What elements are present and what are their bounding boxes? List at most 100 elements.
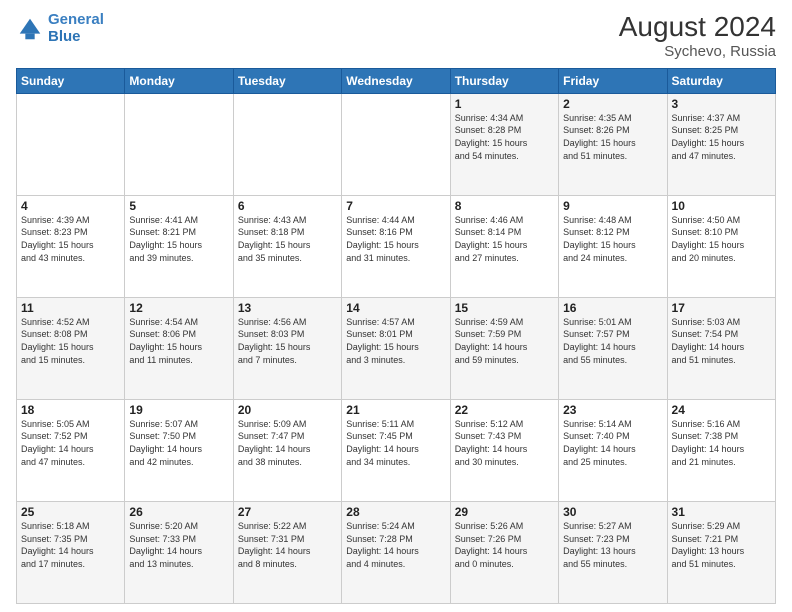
table-row: 8Sunrise: 4:46 AM Sunset: 8:14 PM Daylig… <box>450 195 558 297</box>
day-info: Sunrise: 5:20 AM Sunset: 7:33 PM Dayligh… <box>129 520 228 570</box>
day-number: 6 <box>238 199 337 213</box>
table-row: 2Sunrise: 4:35 AM Sunset: 8:26 PM Daylig… <box>559 93 667 195</box>
day-number: 11 <box>21 301 120 315</box>
day-info: Sunrise: 4:52 AM Sunset: 8:08 PM Dayligh… <box>21 316 120 366</box>
day-info: Sunrise: 5:29 AM Sunset: 7:21 PM Dayligh… <box>672 520 771 570</box>
calendar-table: Sunday Monday Tuesday Wednesday Thursday… <box>16 68 776 604</box>
col-saturday: Saturday <box>667 68 775 93</box>
day-number: 12 <box>129 301 228 315</box>
day-number: 1 <box>455 97 554 111</box>
day-number: 21 <box>346 403 445 417</box>
table-row: 29Sunrise: 5:26 AM Sunset: 7:26 PM Dayli… <box>450 501 558 603</box>
table-row: 28Sunrise: 5:24 AM Sunset: 7:28 PM Dayli… <box>342 501 450 603</box>
day-info: Sunrise: 5:27 AM Sunset: 7:23 PM Dayligh… <box>563 520 662 570</box>
day-info: Sunrise: 4:57 AM Sunset: 8:01 PM Dayligh… <box>346 316 445 366</box>
day-info: Sunrise: 4:44 AM Sunset: 8:16 PM Dayligh… <box>346 214 445 264</box>
day-number: 31 <box>672 505 771 519</box>
day-number: 4 <box>21 199 120 213</box>
logo-line2: Blue <box>48 28 81 45</box>
day-number: 16 <box>563 301 662 315</box>
day-number: 29 <box>455 505 554 519</box>
table-row: 7Sunrise: 4:44 AM Sunset: 8:16 PM Daylig… <box>342 195 450 297</box>
table-row: 22Sunrise: 5:12 AM Sunset: 7:43 PM Dayli… <box>450 399 558 501</box>
day-number: 8 <box>455 199 554 213</box>
calendar-header-row: Sunday Monday Tuesday Wednesday Thursday… <box>17 68 776 93</box>
day-number: 7 <box>346 199 445 213</box>
day-info: Sunrise: 5:03 AM Sunset: 7:54 PM Dayligh… <box>672 316 771 366</box>
day-info: Sunrise: 4:46 AM Sunset: 8:14 PM Dayligh… <box>455 214 554 264</box>
day-info: Sunrise: 4:56 AM Sunset: 8:03 PM Dayligh… <box>238 316 337 366</box>
table-row <box>125 93 233 195</box>
day-info: Sunrise: 4:59 AM Sunset: 7:59 PM Dayligh… <box>455 316 554 366</box>
day-number: 18 <box>21 403 120 417</box>
table-row: 25Sunrise: 5:18 AM Sunset: 7:35 PM Dayli… <box>17 501 125 603</box>
table-row: 9Sunrise: 4:48 AM Sunset: 8:12 PM Daylig… <box>559 195 667 297</box>
table-row: 6Sunrise: 4:43 AM Sunset: 8:18 PM Daylig… <box>233 195 341 297</box>
day-number: 9 <box>563 199 662 213</box>
day-info: Sunrise: 5:11 AM Sunset: 7:45 PM Dayligh… <box>346 418 445 468</box>
day-info: Sunrise: 4:54 AM Sunset: 8:06 PM Dayligh… <box>129 316 228 366</box>
day-info: Sunrise: 4:39 AM Sunset: 8:23 PM Dayligh… <box>21 214 120 264</box>
calendar-week-row: 4Sunrise: 4:39 AM Sunset: 8:23 PM Daylig… <box>17 195 776 297</box>
table-row: 31Sunrise: 5:29 AM Sunset: 7:21 PM Dayli… <box>667 501 775 603</box>
table-row: 18Sunrise: 5:05 AM Sunset: 7:52 PM Dayli… <box>17 399 125 501</box>
calendar-week-row: 18Sunrise: 5:05 AM Sunset: 7:52 PM Dayli… <box>17 399 776 501</box>
table-row: 30Sunrise: 5:27 AM Sunset: 7:23 PM Dayli… <box>559 501 667 603</box>
day-info: Sunrise: 4:43 AM Sunset: 8:18 PM Dayligh… <box>238 214 337 264</box>
day-number: 13 <box>238 301 337 315</box>
day-info: Sunrise: 4:37 AM Sunset: 8:25 PM Dayligh… <box>672 112 771 162</box>
page: General Blue August 2024 Sychevo, Russia… <box>0 0 792 612</box>
table-row: 3Sunrise: 4:37 AM Sunset: 8:25 PM Daylig… <box>667 93 775 195</box>
day-number: 26 <box>129 505 228 519</box>
calendar-week-row: 1Sunrise: 4:34 AM Sunset: 8:28 PM Daylig… <box>17 93 776 195</box>
title-block: August 2024 Sychevo, Russia <box>619 12 776 60</box>
day-number: 23 <box>563 403 662 417</box>
table-row: 4Sunrise: 4:39 AM Sunset: 8:23 PM Daylig… <box>17 195 125 297</box>
day-info: Sunrise: 5:09 AM Sunset: 7:47 PM Dayligh… <box>238 418 337 468</box>
header: General Blue August 2024 Sychevo, Russia <box>16 12 776 60</box>
day-number: 5 <box>129 199 228 213</box>
day-info: Sunrise: 5:24 AM Sunset: 7:28 PM Dayligh… <box>346 520 445 570</box>
col-monday: Monday <box>125 68 233 93</box>
day-info: Sunrise: 4:34 AM Sunset: 8:28 PM Dayligh… <box>455 112 554 162</box>
table-row: 5Sunrise: 4:41 AM Sunset: 8:21 PM Daylig… <box>125 195 233 297</box>
day-info: Sunrise: 5:16 AM Sunset: 7:38 PM Dayligh… <box>672 418 771 468</box>
col-tuesday: Tuesday <box>233 68 341 93</box>
logo-icon <box>16 15 44 43</box>
day-info: Sunrise: 5:12 AM Sunset: 7:43 PM Dayligh… <box>455 418 554 468</box>
day-number: 20 <box>238 403 337 417</box>
logo-line1: General <box>48 11 104 28</box>
day-info: Sunrise: 5:14 AM Sunset: 7:40 PM Dayligh… <box>563 418 662 468</box>
table-row: 13Sunrise: 4:56 AM Sunset: 8:03 PM Dayli… <box>233 297 341 399</box>
table-row: 23Sunrise: 5:14 AM Sunset: 7:40 PM Dayli… <box>559 399 667 501</box>
day-info: Sunrise: 4:41 AM Sunset: 8:21 PM Dayligh… <box>129 214 228 264</box>
table-row <box>342 93 450 195</box>
day-info: Sunrise: 5:18 AM Sunset: 7:35 PM Dayligh… <box>21 520 120 570</box>
col-wednesday: Wednesday <box>342 68 450 93</box>
day-number: 2 <box>563 97 662 111</box>
day-info: Sunrise: 4:35 AM Sunset: 8:26 PM Dayligh… <box>563 112 662 162</box>
table-row: 10Sunrise: 4:50 AM Sunset: 8:10 PM Dayli… <box>667 195 775 297</box>
table-row: 24Sunrise: 5:16 AM Sunset: 7:38 PM Dayli… <box>667 399 775 501</box>
day-info: Sunrise: 5:01 AM Sunset: 7:57 PM Dayligh… <box>563 316 662 366</box>
table-row: 27Sunrise: 5:22 AM Sunset: 7:31 PM Dayli… <box>233 501 341 603</box>
day-number: 3 <box>672 97 771 111</box>
day-number: 27 <box>238 505 337 519</box>
table-row <box>233 93 341 195</box>
day-info: Sunrise: 5:26 AM Sunset: 7:26 PM Dayligh… <box>455 520 554 570</box>
day-number: 22 <box>455 403 554 417</box>
table-row: 11Sunrise: 4:52 AM Sunset: 8:08 PM Dayli… <box>17 297 125 399</box>
day-number: 25 <box>21 505 120 519</box>
table-row: 26Sunrise: 5:20 AM Sunset: 7:33 PM Dayli… <box>125 501 233 603</box>
table-row: 1Sunrise: 4:34 AM Sunset: 8:28 PM Daylig… <box>450 93 558 195</box>
calendar-week-row: 11Sunrise: 4:52 AM Sunset: 8:08 PM Dayli… <box>17 297 776 399</box>
table-row: 21Sunrise: 5:11 AM Sunset: 7:45 PM Dayli… <box>342 399 450 501</box>
table-row: 16Sunrise: 5:01 AM Sunset: 7:57 PM Dayli… <box>559 297 667 399</box>
day-number: 24 <box>672 403 771 417</box>
logo-text: General Blue <box>48 12 104 45</box>
table-row: 12Sunrise: 4:54 AM Sunset: 8:06 PM Dayli… <box>125 297 233 399</box>
day-info: Sunrise: 5:05 AM Sunset: 7:52 PM Dayligh… <box>21 418 120 468</box>
table-row: 17Sunrise: 5:03 AM Sunset: 7:54 PM Dayli… <box>667 297 775 399</box>
col-thursday: Thursday <box>450 68 558 93</box>
col-sunday: Sunday <box>17 68 125 93</box>
